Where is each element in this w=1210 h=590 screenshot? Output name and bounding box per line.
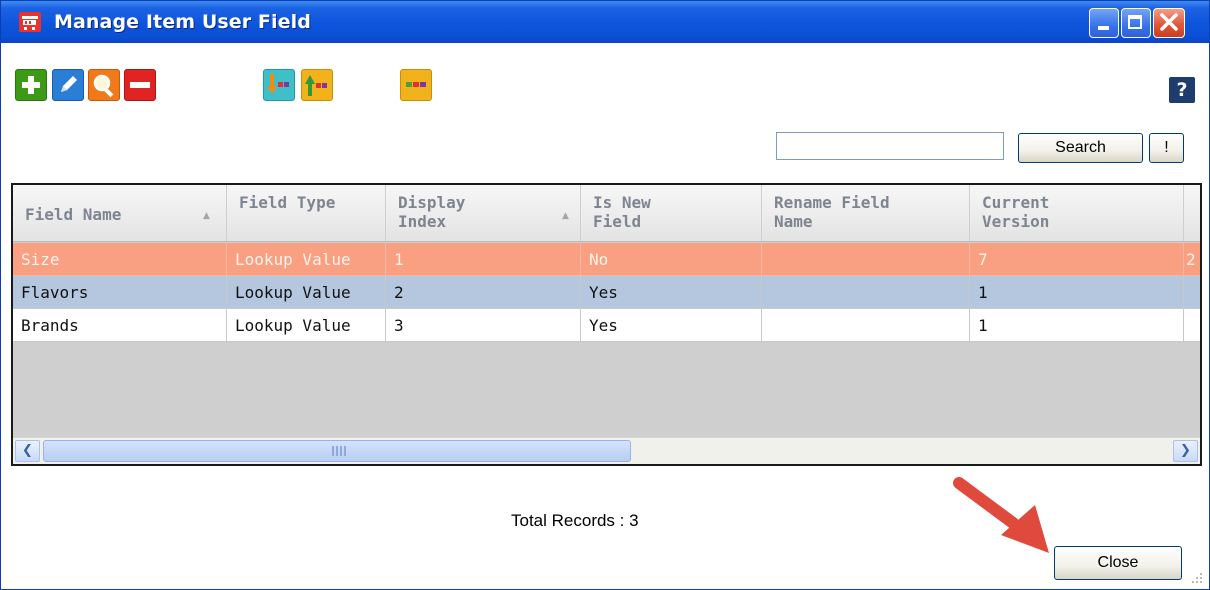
- cell-is-new-field: Yes: [581, 309, 762, 342]
- scrollbar-thumb[interactable]: [43, 440, 631, 462]
- import-arrow-icon: [267, 74, 289, 94]
- column-header-field-type[interactable]: Field Type: [227, 185, 386, 241]
- table-row[interactable]: Flavors Lookup Value 2 Yes 1: [13, 276, 1200, 309]
- window-title: Manage Item User Field: [54, 11, 311, 33]
- cell-truncated: [1184, 276, 1200, 309]
- search-button[interactable]: Search: [1018, 133, 1143, 163]
- clear-search-button[interactable]: !: [1149, 133, 1184, 163]
- column-header-display-index[interactable]: Display Index ▲: [386, 185, 581, 241]
- cell-current-version: 7: [970, 243, 1184, 276]
- view-button[interactable]: [88, 69, 120, 101]
- cell-display-index: 2: [386, 276, 581, 309]
- export-button[interactable]: [301, 69, 333, 101]
- resize-grip-icon[interactable]: [1187, 571, 1205, 587]
- close-button[interactable]: Close: [1054, 546, 1182, 580]
- minimize-icon: [1098, 26, 1109, 30]
- scroll-right-icon[interactable]: ❯: [1173, 440, 1198, 462]
- sort-indicator-icon: ▲: [562, 211, 569, 221]
- columns-icon: [406, 82, 426, 87]
- manage-item-user-field-window: Manage Item User Field ? Search ! Field …: [0, 0, 1210, 590]
- cell-rename-field-name: [762, 243, 970, 276]
- column-header-label: Field Name: [25, 205, 122, 224]
- cell-field-type: Lookup Value: [227, 243, 386, 276]
- magnifier-icon: [93, 74, 114, 98]
- import-button[interactable]: [263, 69, 295, 101]
- maximize-icon: [1128, 15, 1142, 29]
- minus-icon: [130, 82, 150, 88]
- column-header-current-version[interactable]: Current Version: [970, 185, 1184, 241]
- cell-is-new-field: No: [581, 243, 762, 276]
- cell-rename-field-name: [762, 309, 970, 342]
- cell-field-name: Flavors: [13, 276, 227, 309]
- close-window-button[interactable]: [1153, 8, 1185, 38]
- fields-grid: Field Name ▲ Field Type Display Index ▲ …: [11, 183, 1202, 466]
- scroll-left-icon[interactable]: ❮: [15, 440, 40, 462]
- horizontal-scrollbar[interactable]: ❮ ❯: [13, 437, 1200, 464]
- column-header-is-new-field[interactable]: Is New Field: [581, 185, 762, 241]
- cell-rename-field-name: [762, 276, 970, 309]
- cell-truncated: [1184, 309, 1200, 342]
- cell-field-type: Lookup Value: [227, 309, 386, 342]
- cell-display-index: 1: [386, 243, 581, 276]
- delete-button[interactable]: [124, 69, 156, 101]
- help-button[interactable]: ?: [1169, 77, 1195, 103]
- columns-button[interactable]: [400, 69, 432, 101]
- cell-current-version: 1: [970, 309, 1184, 342]
- pencil-icon: [61, 76, 77, 92]
- cell-field-type: Lookup Value: [227, 276, 386, 309]
- sort-indicator-icon: ▲: [203, 211, 210, 221]
- close-icon: [1160, 13, 1178, 31]
- total-records-label: Total Records : 3: [511, 511, 639, 530]
- cell-display-index: 3: [386, 309, 581, 342]
- column-header-field-name[interactable]: Field Name ▲: [13, 185, 227, 241]
- cell-field-name: Size: [13, 243, 227, 276]
- plus-icon: [22, 76, 40, 94]
- cell-field-name: Brands: [13, 309, 227, 342]
- title-bar[interactable]: Manage Item User Field: [1, 1, 1209, 43]
- search-input[interactable]: [776, 132, 1004, 160]
- cell-truncated: 2: [1184, 243, 1200, 276]
- column-header-label: Display Index: [398, 193, 466, 231]
- cell-current-version: 1: [970, 276, 1184, 309]
- shopping-cart-icon: [19, 12, 41, 32]
- grid-header: Field Name ▲ Field Type Display Index ▲ …: [13, 185, 1200, 242]
- table-row[interactable]: Brands Lookup Value 3 Yes 1: [13, 309, 1200, 342]
- cell-is-new-field: Yes: [581, 276, 762, 309]
- grip-icon: [332, 446, 346, 456]
- maximize-button[interactable]: [1121, 8, 1151, 38]
- add-button[interactable]: [15, 69, 47, 101]
- column-header-truncated[interactable]: [1184, 185, 1200, 241]
- edit-button[interactable]: [52, 69, 84, 101]
- minimize-button[interactable]: [1089, 8, 1119, 38]
- table-row[interactable]: Size Lookup Value 1 No 7 2: [13, 243, 1200, 276]
- annotation-arrow-icon: [953, 477, 1049, 553]
- column-header-rename-field-name[interactable]: Rename Field Name: [762, 185, 970, 241]
- export-arrow-icon: [305, 75, 327, 96]
